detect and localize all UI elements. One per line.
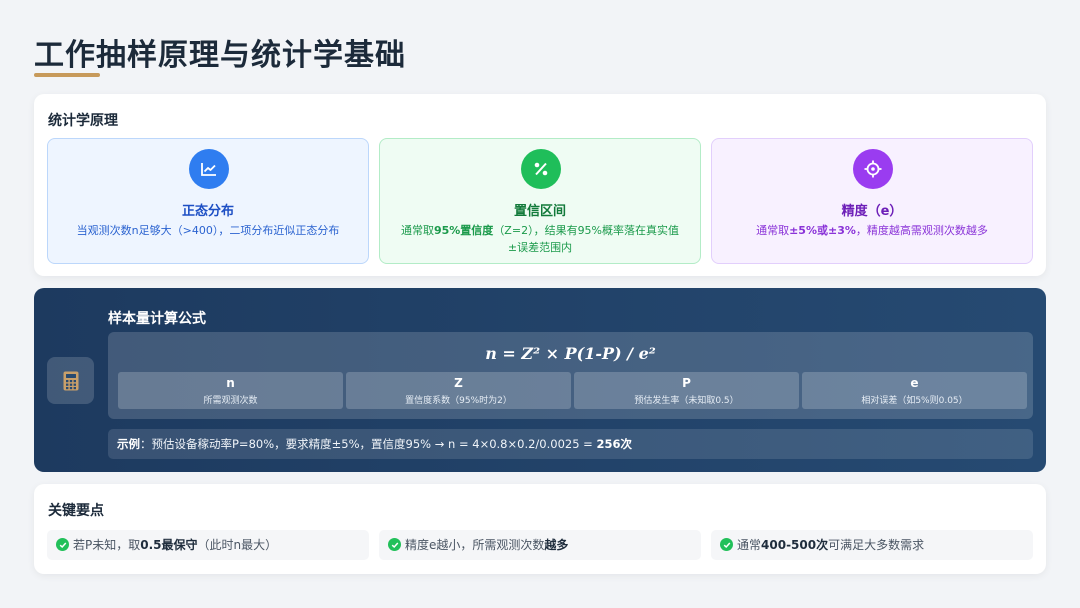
principle-title: 置信区间 (513, 204, 566, 219)
principle-confidence-interval: 置信区间 通常取95%置信度（Z=2），结果有95%概率落在真实值±误差范围内 (379, 138, 701, 264)
variable-e: e 相对误差（如5%则0.05） (802, 372, 1027, 409)
principle-precision: 精度（e） 通常取±5%或±3%，精度越高需观测次数越多 (711, 138, 1033, 264)
percent-icon (521, 149, 561, 189)
principle-title: 正态分布 (181, 204, 234, 219)
calculator-icon (47, 357, 94, 404)
example-label: 示例 (117, 437, 140, 451)
variable-desc: 所需观测次数 (203, 396, 258, 406)
principle-desc: 当观测次数n足够大（>400），二项分布近似正态分布 (76, 224, 340, 237)
key-points-heading: 关键要点 (48, 503, 104, 519)
variable-symbol: P (682, 376, 691, 390)
variable-desc: 预估发生率（未知取0.5） (634, 396, 739, 406)
variable-desc: 相对误差（如5%则0.05） (861, 396, 968, 406)
variable-p: P 预估发生率（未知取0.5） (574, 372, 799, 409)
page-title: 工作抽样原理与统计学基础 (34, 38, 406, 73)
variable-z: Z 置信度系数（95%时为2） (346, 372, 571, 409)
variable-symbol: Z (454, 376, 463, 390)
principle-desc: 通常取±5%或±3%，精度越高需观测次数越多 (756, 224, 988, 237)
example-result: 256次 (596, 437, 632, 451)
principles-card: 统计学原理 正态分布 当观测次数n足够大（>400），二项分布近似正态分布 置信… (34, 94, 1046, 276)
example-text: ：预估设备稼动率P=80%，要求精度±5%，置信度95% → n = 4×0.8… (140, 437, 597, 451)
key-point-item: 若P未知，取0.5最保守（此时n最大） (47, 530, 369, 560)
formula-panel: n = Z² × P(1-P) / e² n 所需观测次数 Z 置信度系数（95… (108, 332, 1033, 419)
key-points-card: 关键要点 若P未知，取0.5最保守（此时n最大） 精度e越小，所需观测次数越多 … (34, 484, 1046, 574)
check-icon (56, 538, 69, 551)
chart-line-icon (189, 149, 229, 189)
check-icon (388, 538, 401, 551)
example-bar: 示例：预估设备稼动率P=80%，要求精度±5%，置信度95% → n = 4×0… (108, 429, 1033, 459)
crosshair-icon (853, 149, 893, 189)
principle-normal-distribution: 正态分布 当观测次数n足够大（>400），二项分布近似正态分布 (47, 138, 369, 264)
formula-expression: n = Z² × P(1-P) / e² (485, 344, 656, 363)
variable-desc: 置信度系数（95%时为2） (405, 396, 512, 406)
principles-heading: 统计学原理 (48, 113, 118, 129)
check-icon (720, 538, 733, 551)
title-underline (34, 73, 100, 77)
key-point-item: 通常400-500次可满足大多数需求 (711, 530, 1033, 560)
variable-symbol: e (910, 376, 919, 390)
variable-n: n 所需观测次数 (118, 372, 343, 409)
formula-heading: 样本量计算公式 (108, 311, 206, 327)
principle-desc: 通常取95%置信度（Z=2），结果有95%概率落在真实值±误差范围内 (400, 224, 680, 254)
principle-title: 精度（e） (841, 204, 903, 219)
variable-symbol: n (226, 376, 235, 390)
key-point-item: 精度e越小，所需观测次数越多 (379, 530, 701, 560)
formula-card: 样本量计算公式 n = Z² × P(1-P) / e² n 所需观测次数 Z … (34, 288, 1046, 472)
